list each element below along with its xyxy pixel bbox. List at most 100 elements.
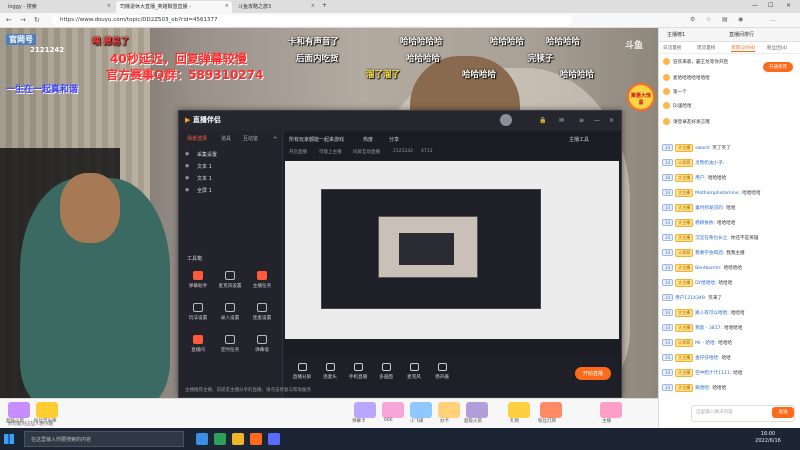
gift-icon[interactable] [466, 402, 488, 418]
chat-username[interactable]: DY哈哈哈: [695, 281, 716, 286]
fan-badge[interactable]: 大主播 [675, 144, 694, 152]
video-player[interactable]: 官网号 2121242 40秒延迟，回复弹幕较慢 官方赛事Q群：58931027… [0, 28, 658, 398]
lock-icon[interactable]: 🔒 [539, 117, 546, 124]
tab-search[interactable]: loggy - 搜索 × [4, 1, 114, 13]
fan-badge[interactable]: 大主播 [675, 309, 694, 317]
tab-room-rank[interactable]: 直播间排行 [729, 31, 754, 38]
fan-badge[interactable]: 大主播 [675, 189, 694, 197]
add-scene-icon[interactable]: + [273, 135, 277, 141]
chat-username[interactable]: Mr - 哈哈: [695, 341, 716, 346]
scene-item[interactable]: 采集设置 [197, 151, 217, 158]
gift-icon[interactable] [382, 402, 404, 418]
explorer-icon[interactable] [232, 433, 244, 445]
new-tab-icon[interactable]: + [322, 2, 327, 9]
close-icon[interactable]: × [609, 117, 614, 124]
minimize-icon[interactable]: — [752, 2, 758, 9]
gift-icon[interactable] [438, 402, 460, 418]
tool-wall[interactable]: 弹幕墙 [247, 335, 277, 359]
profile-icon[interactable]: ◉ [738, 16, 743, 23]
tab-interact[interactable]: 互动室 [243, 135, 258, 142]
tab-stream[interactable]: 司機退休大直播_英雄聯盟直播 - × [116, 1, 232, 13]
tool-danmu[interactable]: 弹幕助手 [183, 271, 213, 295]
close-window-icon[interactable]: × [786, 2, 791, 9]
chat-username[interactable]: 童时到发问的: [695, 206, 724, 211]
eye-icon[interactable]: ◉ [185, 187, 189, 193]
cohost-button[interactable]: 连麦头 [317, 363, 343, 380]
fan-badge[interactable]: 火哥哥 [675, 249, 694, 257]
gift-icon[interactable] [600, 402, 622, 418]
tab-props[interactable]: 道具 [221, 135, 231, 142]
tab-tools[interactable]: 主播工具 [569, 136, 589, 143]
multi-view-button[interactable]: 多画面 [373, 363, 399, 380]
fan-badge[interactable]: 大主播 [675, 279, 694, 287]
chat-username[interactable]: 跳哈哈: [695, 386, 710, 391]
url-field[interactable]: https://www.douyu.com/topic/DD2Z503_ob?r… [52, 15, 572, 26]
douyu-app-icon[interactable] [250, 433, 262, 445]
eye-icon[interactable]: ◉ [185, 151, 189, 157]
tab-heat[interactable]: 热度 [363, 136, 373, 143]
send-button[interactable]: 发送 [772, 407, 794, 418]
recommend-text[interactable]: 你可能对这些人感兴趣 [8, 421, 53, 427]
refresh-icon[interactable]: ↻ [34, 16, 40, 24]
tab-scenes[interactable]: 场景选择 [187, 135, 207, 142]
chat-username[interactable]: 金仔仔哈哈: [695, 356, 720, 361]
eye-icon[interactable]: ◉ [185, 175, 189, 181]
back-icon[interactable]: ← [6, 16, 12, 24]
close-icon[interactable]: × [225, 3, 229, 9]
fan-badge[interactable]: 大主播 [675, 174, 694, 182]
fan-badge[interactable]: 大主播 [675, 354, 694, 362]
windows-start-icon[interactable] [4, 434, 14, 444]
stream-title[interactable]: 所有玩家都能一起来游戏 [289, 136, 344, 143]
mail-icon[interactable]: ✉ [559, 117, 564, 124]
chat-username[interactable]: 用户1214349: [675, 296, 706, 301]
gift-icon[interactable] [410, 402, 432, 418]
chat-username[interactable]: 空中奶汁汁1111: [695, 371, 731, 376]
gift-icon[interactable] [508, 402, 530, 418]
scene-item[interactable]: 文本 1 [197, 175, 212, 182]
subtab-day[interactable]: 日流量榜 [663, 45, 681, 51]
extensions-icon[interactable]: ⚙ [690, 16, 695, 23]
gift-icon[interactable] [8, 402, 30, 418]
stream-preview[interactable] [285, 161, 619, 339]
menu-icon[interactable]: ≡ [579, 117, 584, 124]
chat-username[interactable]: 灵熊奶油小子: [695, 161, 724, 166]
task-view-icon[interactable] [196, 433, 208, 445]
speaker-button[interactable]: 扬声器 [429, 363, 455, 380]
sub-item[interactable]: 可能上主播 [319, 149, 342, 155]
edge-icon[interactable] [214, 433, 226, 445]
tool-link[interactable]: 连麦设置 [247, 303, 277, 327]
chat-username[interactable]: 沉淀在希也长之: [695, 236, 729, 241]
taskbar-clock[interactable]: 16:00 2022/6/16 [740, 431, 796, 445]
tab-guide[interactable]: 斗鱼攻略之旅3 × [234, 1, 318, 13]
subtab-fans[interactable]: 粉丝团(4) [767, 45, 787, 51]
start-live-button[interactable]: 开始直播 [575, 367, 611, 380]
tool-room[interactable]: 直播间 [183, 335, 213, 359]
subtab-vip[interactable]: 贵宾(2694) [731, 45, 756, 52]
collections-icon[interactable]: ▤ [722, 16, 728, 23]
chat-username[interactable]: 杨柳依依: [695, 221, 715, 226]
fan-badge[interactable]: 大主播 [675, 324, 694, 332]
chat-username[interactable]: sword: [695, 146, 710, 151]
tab-streamer-rank[interactable]: 主播榜1 [667, 31, 685, 38]
favorites-icon[interactable]: ☆ [706, 16, 711, 23]
app-icon[interactable] [268, 433, 280, 445]
minimize-icon[interactable]: — [594, 117, 600, 124]
microphone-button[interactable]: 麦克风 [401, 363, 427, 380]
tool-timer[interactable]: 定时任务 [215, 335, 245, 359]
fan-badge[interactable]: 大主播 [675, 264, 694, 272]
scene-item[interactable]: 文本 1 [197, 163, 212, 170]
fan-badge[interactable]: 大主播 [675, 369, 694, 377]
more-icon[interactable]: … [770, 16, 776, 23]
chat-username[interactable]: Bentkomm: [695, 266, 722, 271]
gift-icon[interactable] [354, 402, 376, 418]
forward-icon[interactable]: → [20, 16, 26, 24]
avatar[interactable] [500, 114, 512, 126]
split-screen-button[interactable]: 直播分屏 [289, 363, 315, 380]
close-icon[interactable]: × [311, 3, 315, 9]
maximize-icon[interactable]: ☐ [768, 2, 773, 9]
gift-icon[interactable] [36, 402, 58, 418]
chat-username[interactable]: Mathamphetamine: [695, 191, 740, 196]
taskbar-search[interactable]: 在这里输入你要搜索的内容 [24, 431, 184, 447]
chat-message-list[interactable]: 14 大主播 sword: 笑了笑了 14 火哥哥 灵熊奶油小子: 18 大主播 用户: 哈哈哈哈 1… [659, 144, 797, 400]
fan-badge[interactable]: 火哥哥 [675, 159, 694, 167]
